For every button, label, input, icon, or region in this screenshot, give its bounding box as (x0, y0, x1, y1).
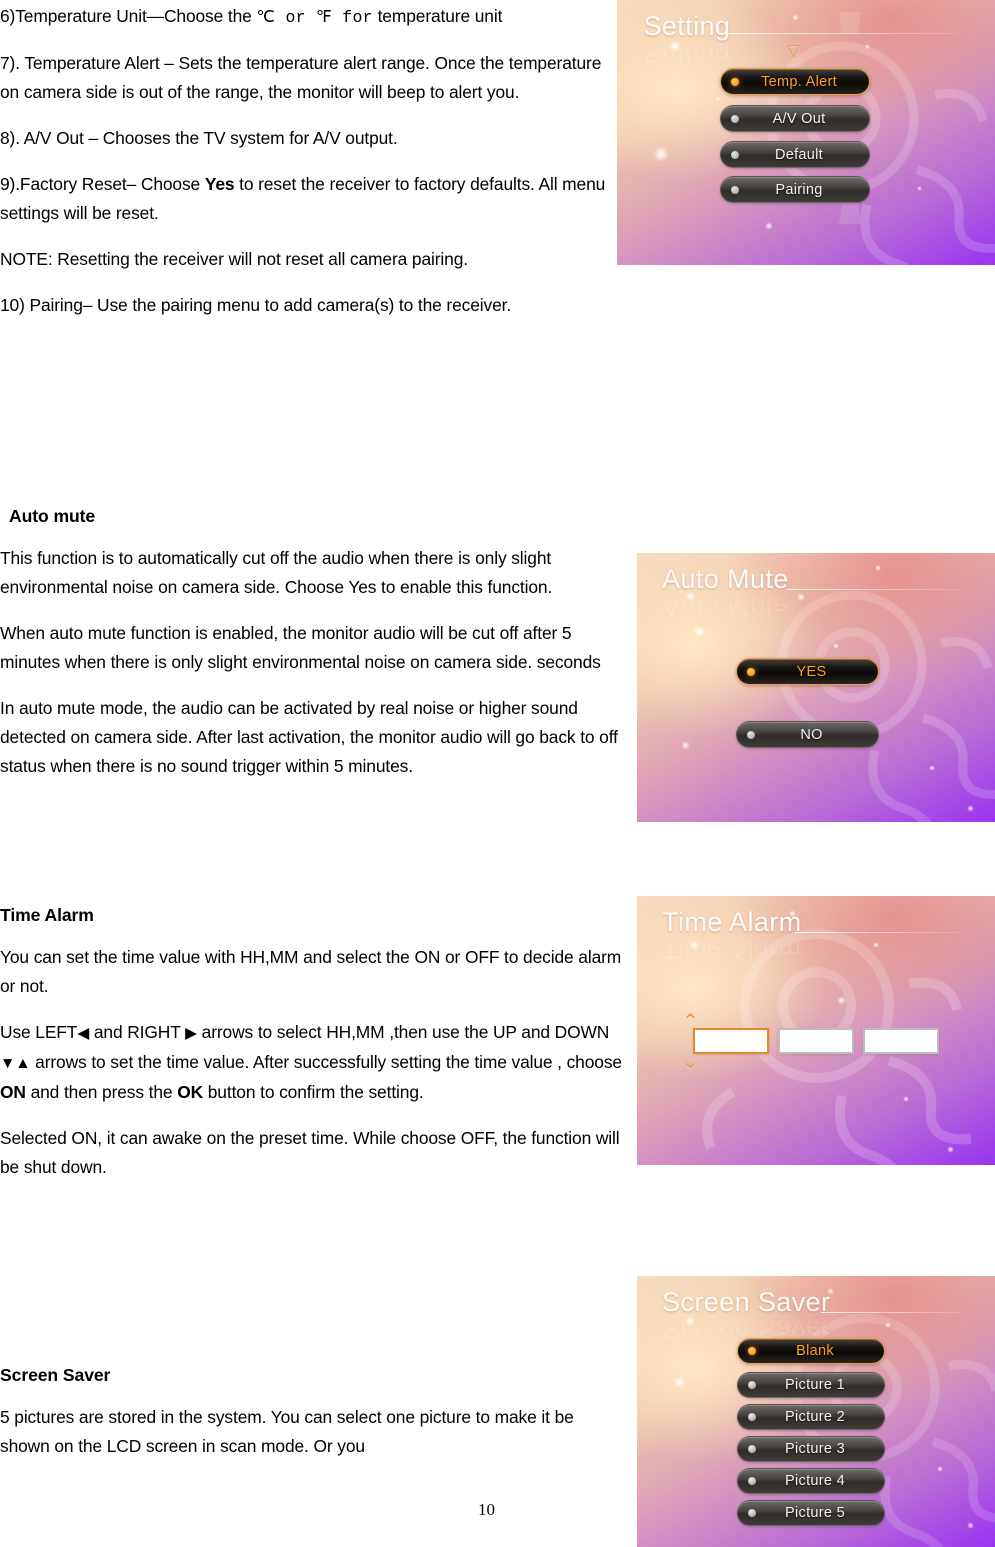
selection-dot-icon (748, 1477, 756, 1485)
osd-item-picture-1[interactable]: Picture 1 (737, 1372, 885, 1398)
selection-dot-icon (748, 1445, 756, 1453)
selection-dot-icon (747, 667, 755, 676)
paragraph-temperature-alert: 7). Temperature Alert – Sets the tempera… (0, 53, 602, 102)
selection-dot-icon (731, 114, 739, 123)
osd-item-label: Pairing (775, 181, 823, 198)
paragraph-pairing: 10) Pairing– Use the pairing menu to add… (0, 295, 512, 315)
selection-dot-icon (731, 150, 739, 159)
heading-auto-mute: Auto mute (9, 506, 96, 526)
title-underline (821, 1312, 961, 1313)
osd-item-picture-2[interactable]: Picture 2 (737, 1404, 885, 1430)
osd-item-label: Default (774, 146, 824, 163)
osd-item-label: Picture 4 (785, 1473, 845, 1489)
paragraph-time-alarm-1: You can set the time value with HH,MM an… (0, 947, 622, 996)
selection-dot-icon (747, 730, 755, 739)
osd-item-label: A/V Out (772, 110, 826, 127)
section-setting-items: 6)Temperature Unit—Choose the ℃ or ℉ for… (0, 2, 612, 337)
osd-title-setting: Setting Setting (643, 10, 731, 69)
title-underline (722, 33, 957, 34)
paragraph-auto-mute-1: This function is to automatically cut of… (0, 548, 553, 597)
heading-time-alarm: Time Alarm (0, 905, 94, 925)
selection-dot-icon (731, 185, 739, 194)
osd-item-pairing[interactable]: Pairing (720, 176, 870, 203)
osd-item-temp-alert[interactable]: Temp. Alert (720, 68, 870, 95)
paragraph-av-out: 8). A/V Out – Chooses the TV system for … (0, 128, 398, 148)
selection-dot-icon (748, 1381, 756, 1389)
time-field-hours[interactable] (693, 1028, 769, 1054)
osd-item-picture-5[interactable]: Picture 5 (737, 1500, 885, 1526)
paragraph-time-alarm-2: Use LEFT◀ and RIGHT ▶ arrows to select H… (0, 1022, 622, 1102)
paragraph-screen-saver-1: 5 pictures are stored in the system. You… (0, 1407, 574, 1456)
osd-screenshot-time-alarm: Time Alarm Time Alarm ⌃ ⌄ (637, 896, 995, 1165)
time-field-onoff[interactable] (863, 1028, 939, 1054)
osd-screenshot-auto-mute: Auto Mute Auto Mute YES NO (637, 553, 995, 822)
osd-screenshot-screen-saver: Screen Saver Screen Saver Blank Picture … (637, 1276, 995, 1547)
paragraph-auto-mute-2: When auto mute function is enabled, the … (0, 623, 601, 672)
osd-item-label: Picture 2 (785, 1409, 845, 1425)
paragraph-auto-mute-3: In auto mute mode, the audio can be acti… (0, 698, 618, 776)
chevron-up-icon: ▽ (787, 41, 801, 60)
paragraph-note-reset: NOTE: Resetting the receiver will not re… (0, 249, 468, 269)
osd-title-auto-mute: Auto Mute Auto Mute (662, 563, 789, 622)
osd-item-label: Picture 5 (785, 1505, 845, 1521)
osd-item-blank[interactable]: Blank (737, 1338, 885, 1364)
selection-dot-icon (748, 1347, 756, 1355)
osd-item-no[interactable]: NO (736, 721, 879, 748)
osd-screenshot-setting: Setting Setting ▽ Temp. Alert A/V Out De… (617, 0, 995, 265)
paragraph-time-alarm-3: Selected ON, it can awake on the preset … (0, 1128, 620, 1177)
osd-title-screen-saver: Screen Saver Screen Saver (662, 1286, 831, 1345)
osd-item-label: Blank (796, 1343, 834, 1359)
paragraph-factory-reset: 9).Factory Reset– Choose Yes to reset th… (0, 174, 606, 223)
osd-item-label: Picture 1 (785, 1377, 845, 1393)
osd-item-label: YES (796, 663, 827, 680)
time-field-minutes[interactable] (778, 1028, 854, 1054)
osd-item-yes[interactable]: YES (736, 658, 879, 685)
page-number: 10 (478, 1500, 495, 1519)
chevron-down-icon[interactable]: ⌄ (682, 1052, 699, 1072)
selection-dot-icon (748, 1509, 756, 1517)
section-time-alarm: Time Alarm You can set the time value wi… (0, 902, 625, 1199)
osd-title-time-alarm: Time Alarm Time Alarm (662, 906, 802, 965)
heading-screen-saver: Screen Saver (0, 1365, 111, 1385)
osd-item-default[interactable]: Default (720, 141, 870, 168)
osd-item-label: NO (800, 726, 823, 743)
osd-item-label: Picture 3 (785, 1441, 845, 1457)
paragraph-temperature-unit: 6)Temperature Unit—Choose the ℃ or ℉ for… (0, 6, 503, 27)
selection-dot-icon (748, 1413, 756, 1421)
selection-dot-icon (731, 77, 739, 86)
title-underline (795, 932, 959, 933)
osd-item-av-out[interactable]: A/V Out (720, 105, 870, 132)
section-auto-mute: Auto mute This function is to automatica… (0, 503, 625, 798)
osd-item-picture-3[interactable]: Picture 3 (737, 1436, 885, 1462)
title-underline (787, 589, 959, 590)
osd-item-picture-4[interactable]: Picture 4 (737, 1468, 885, 1494)
osd-item-label: Temp. Alert (761, 73, 837, 90)
section-screen-saver: Screen Saver 5 pictures are stored in th… (0, 1362, 625, 1478)
